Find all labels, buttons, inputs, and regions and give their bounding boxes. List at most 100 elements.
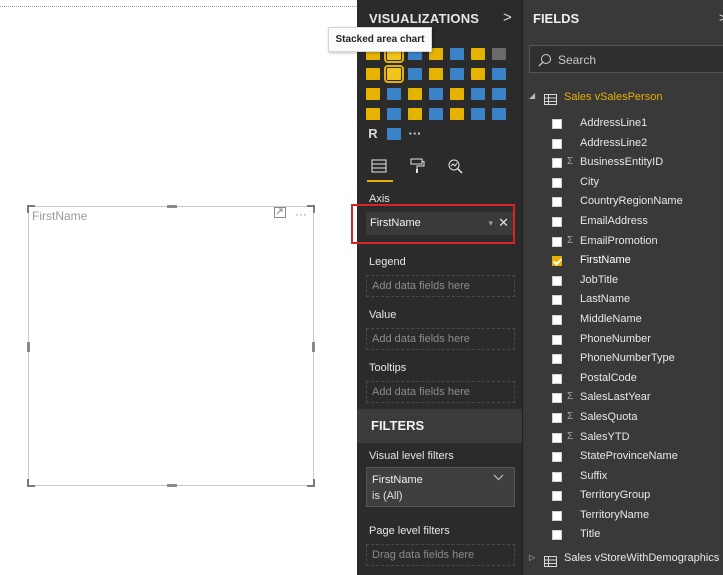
stacked-area-chart-icon[interactable] <box>384 65 404 83</box>
line-and-clustered-column-icon[interactable] <box>429 68 443 80</box>
field-checkbox[interactable] <box>552 119 562 129</box>
analytics-magnifier-icon[interactable] <box>447 158 463 174</box>
table-node-sales-vsalesperson[interactable]: ◢ Sales vSalesPerson <box>529 89 723 107</box>
ribbon-chart-icon[interactable] <box>450 68 464 80</box>
field-checkbox[interactable] <box>552 295 562 306</box>
field-item[interactable]: EmailAddress <box>523 212 723 232</box>
gauge-icon[interactable] <box>366 108 380 120</box>
resize-handle-top-left[interactable] <box>27 205 35 213</box>
resize-handle-top[interactable] <box>167 205 177 208</box>
100-percent-bar-chart-icon[interactable] <box>450 48 464 60</box>
field-checkbox[interactable] <box>552 452 562 463</box>
field-checkbox[interactable] <box>552 354 562 365</box>
field-checkbox[interactable] <box>552 471 562 482</box>
field-item[interactable]: TerritoryName <box>523 506 723 526</box>
scatter-chart-icon[interactable] <box>492 68 506 80</box>
focus-mode-icon[interactable] <box>274 207 286 221</box>
field-item[interactable]: LastName <box>523 290 723 310</box>
field-checkbox[interactable] <box>552 138 562 149</box>
multi-row-card-icon[interactable] <box>408 108 422 120</box>
pie-chart-icon[interactable] <box>366 88 380 100</box>
search-input[interactable]: Search <box>529 45 723 73</box>
field-checkbox[interactable] <box>552 393 562 404</box>
field-checkbox[interactable] <box>552 334 562 345</box>
r-visual-icon[interactable]: R <box>366 127 380 140</box>
stacked-area-chart-visual[interactable]: FirstName ··· <box>27 205 315 487</box>
fields-tab-icon[interactable] <box>371 158 387 174</box>
resize-handle-bottom-left[interactable] <box>27 479 35 487</box>
field-item[interactable]: Title <box>523 525 723 545</box>
collapsed-triangle-icon[interactable]: ▷ <box>529 553 535 562</box>
legend-drop-well[interactable]: Add data fields here <box>366 275 515 297</box>
line-and-stacked-column-icon[interactable] <box>408 68 422 80</box>
card-icon[interactable] <box>387 108 401 120</box>
field-checkbox[interactable] <box>552 510 562 521</box>
field-item[interactable]: City <box>523 173 723 193</box>
field-item[interactable]: PhoneNumber <box>523 330 723 350</box>
kpi-icon[interactable] <box>429 108 443 120</box>
field-checkbox[interactable] <box>552 158 562 169</box>
resize-handle-top-right[interactable] <box>307 205 315 213</box>
field-item[interactable]: TerritoryGroup <box>523 486 723 506</box>
field-item[interactable]: Σ SalesLastYear <box>523 388 723 408</box>
globe-icon[interactable] <box>387 128 401 140</box>
collapse-pane-chevron-icon[interactable]: > <box>503 9 512 26</box>
field-checkbox[interactable] <box>552 177 562 188</box>
field-item[interactable]: MiddleName <box>523 310 723 330</box>
table-node-sales-vstorewithdemographics[interactable]: ▷ Sales vStoreWithDemographics <box>529 551 723 567</box>
resize-handle-right[interactable] <box>312 342 315 352</box>
100-percent-column-chart-icon[interactable] <box>471 48 485 60</box>
field-item[interactable]: Σ SalesQuota <box>523 408 723 428</box>
field-item[interactable]: Suffix <box>523 467 723 487</box>
treemap-icon[interactable] <box>408 88 422 100</box>
field-item[interactable]: CountryRegionName <box>523 192 723 212</box>
filter-card-firstname[interactable]: FirstName is (All) <box>366 467 515 507</box>
field-item[interactable]: AddressLine2 <box>523 134 723 154</box>
field-item[interactable]: Σ BusinessEntityID <box>523 153 723 173</box>
format-paint-roller-icon[interactable] <box>409 158 425 174</box>
more-visuals-icon[interactable]: ··· <box>408 127 422 140</box>
more-options-icon[interactable]: ··· <box>295 207 307 221</box>
donut-chart-icon[interactable] <box>387 88 401 100</box>
field-checkbox[interactable] <box>552 236 562 247</box>
shape-map-icon[interactable] <box>471 88 485 100</box>
field-checkbox[interactable] <box>552 197 562 208</box>
field-checkbox[interactable] <box>552 314 562 325</box>
field-checkbox[interactable] <box>552 373 562 384</box>
field-checkbox[interactable] <box>552 275 562 286</box>
waterfall-chart-icon[interactable] <box>471 68 485 80</box>
field-item[interactable]: Σ EmailPromotion <box>523 232 723 252</box>
page-level-drop-well[interactable]: Drag data fields here <box>366 544 515 566</box>
slicer-icon[interactable] <box>450 108 464 120</box>
field-item[interactable]: AddressLine1 <box>523 114 723 134</box>
field-item[interactable]: Σ SalesYTD <box>523 428 723 448</box>
tooltips-drop-well[interactable]: Add data fields here <box>366 381 515 403</box>
collapse-fields-icon[interactable]: > <box>719 10 723 25</box>
table-icon[interactable] <box>471 108 485 120</box>
value-drop-well[interactable]: Add data fields here <box>366 328 515 350</box>
field-checkbox[interactable] <box>552 256 562 267</box>
line-chart-icon[interactable] <box>492 48 506 60</box>
field-item[interactable]: JobTitle <box>523 271 723 291</box>
area-chart-icon[interactable] <box>366 68 380 80</box>
field-checkbox[interactable] <box>552 530 562 541</box>
expanded-triangle-icon[interactable]: ◢ <box>529 91 535 100</box>
map-icon[interactable] <box>429 88 443 100</box>
field-item[interactable]: PostalCode <box>523 369 723 389</box>
field-item[interactable]: PhoneNumberType <box>523 349 723 369</box>
field-checkbox[interactable] <box>552 216 562 227</box>
funnel-icon[interactable] <box>492 88 506 100</box>
report-canvas[interactable]: FirstName ··· <box>0 0 357 575</box>
chevron-down-icon[interactable] <box>493 472 504 484</box>
resize-handle-bottom-right[interactable] <box>307 479 315 487</box>
filter-condition: is (All) <box>372 490 403 502</box>
field-checkbox[interactable] <box>552 491 562 502</box>
field-checkbox[interactable] <box>552 432 562 443</box>
resize-handle-left[interactable] <box>27 342 30 352</box>
field-item[interactable]: FirstName <box>523 251 723 271</box>
resize-handle-bottom[interactable] <box>167 484 177 487</box>
field-item[interactable]: StateProvinceName <box>523 447 723 467</box>
filled-map-icon[interactable] <box>450 88 464 100</box>
field-checkbox[interactable] <box>552 412 562 423</box>
matrix-icon[interactable] <box>492 108 506 120</box>
